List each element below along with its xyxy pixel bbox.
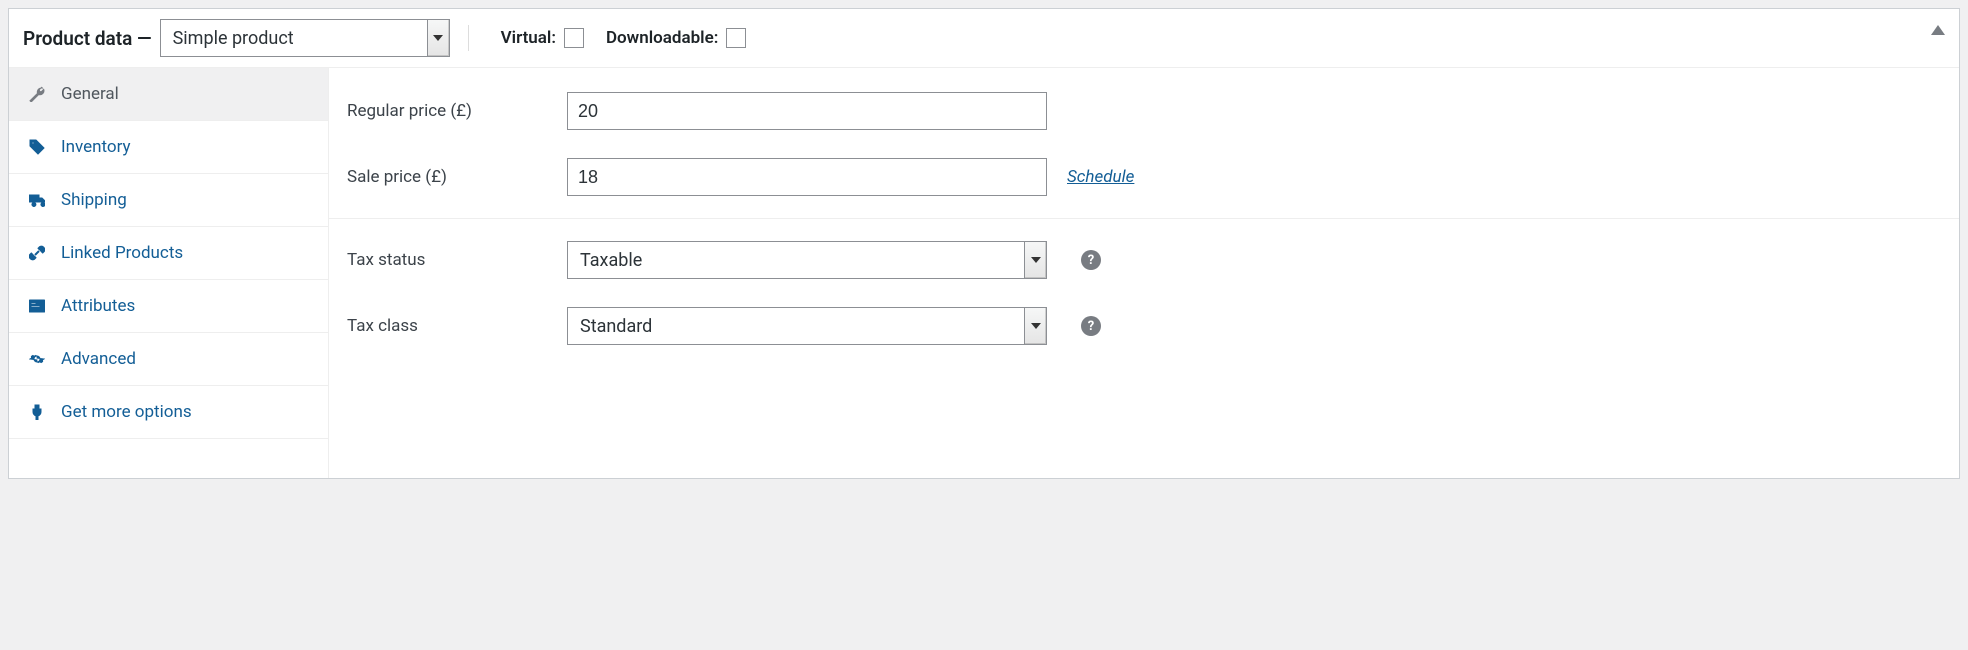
product-type-value: Simple product [161, 28, 427, 49]
tab-attributes[interactable]: Attributes [9, 280, 328, 333]
tab-shipping[interactable]: Shipping [9, 174, 328, 227]
gear-icon [29, 351, 47, 367]
tab-inventory[interactable]: Inventory [9, 121, 328, 174]
general-content: Regular price (£) Sale price (£) Schedul… [329, 68, 1959, 478]
row-regular-price: Regular price (£) [329, 78, 1959, 144]
row-sale-price: Sale price (£) Schedule [329, 144, 1959, 210]
tax-status-label: Tax status [347, 250, 547, 270]
caret-down-icon [1031, 323, 1041, 329]
downloadable-checkbox[interactable] [726, 28, 746, 48]
tax-class-label: Tax class [347, 316, 547, 336]
panel-body: General Inventory Shipping Linked Produc… [9, 68, 1959, 478]
tab-advanced[interactable]: Advanced [9, 333, 328, 386]
row-tax-class: Tax class Standard ? [329, 293, 1959, 359]
link-icon [29, 245, 47, 261]
collapse-toggle[interactable] [1931, 25, 1945, 35]
list-icon [29, 298, 47, 314]
tab-label: Linked Products [61, 243, 183, 263]
row-tax-status: Tax status Taxable ? [329, 227, 1959, 293]
tab-label: General [61, 84, 119, 104]
caret-down-icon [1031, 257, 1041, 263]
caret-down-icon [433, 35, 443, 41]
panel-title: Product data — [23, 27, 152, 50]
truck-icon [29, 192, 47, 208]
plug-icon [29, 404, 47, 420]
sale-price-input[interactable] [567, 158, 1047, 196]
tab-label: Attributes [61, 296, 135, 316]
regular-price-label: Regular price (£) [347, 101, 547, 121]
tab-linked-products[interactable]: Linked Products [9, 227, 328, 280]
product-data-panel: Product data — Simple product Virtual: D… [8, 8, 1960, 479]
tax-status-select[interactable]: Taxable [567, 241, 1047, 279]
downloadable-label: Downloadable: [606, 28, 746, 48]
help-icon[interactable]: ? [1081, 250, 1101, 270]
tab-general[interactable]: General [9, 68, 328, 121]
help-icon[interactable]: ? [1081, 316, 1101, 336]
select-caret-button[interactable] [1024, 242, 1046, 278]
divider [329, 218, 1959, 219]
separator [468, 25, 469, 51]
tax-class-value: Standard [568, 316, 1024, 337]
sale-price-label: Sale price (£) [347, 167, 547, 187]
panel-header: Product data — Simple product Virtual: D… [9, 9, 1959, 68]
tab-get-more-options[interactable]: Get more options [9, 386, 328, 439]
tax-status-value: Taxable [568, 250, 1024, 271]
tab-label: Shipping [61, 190, 127, 210]
tabs-sidebar: General Inventory Shipping Linked Produc… [9, 68, 329, 478]
virtual-label: Virtual: [501, 28, 584, 48]
product-type-select[interactable]: Simple product [160, 19, 450, 57]
tax-class-select[interactable]: Standard [567, 307, 1047, 345]
wrench-icon [29, 86, 47, 102]
tab-label: Inventory [61, 137, 131, 157]
virtual-checkbox[interactable] [564, 28, 584, 48]
tab-label: Get more options [61, 402, 192, 422]
select-caret-button[interactable] [1024, 308, 1046, 344]
schedule-link[interactable]: Schedule [1067, 167, 1134, 187]
regular-price-input[interactable] [567, 92, 1047, 130]
select-caret-button[interactable] [427, 20, 449, 56]
tab-label: Advanced [61, 349, 136, 369]
tag-icon [29, 139, 47, 155]
